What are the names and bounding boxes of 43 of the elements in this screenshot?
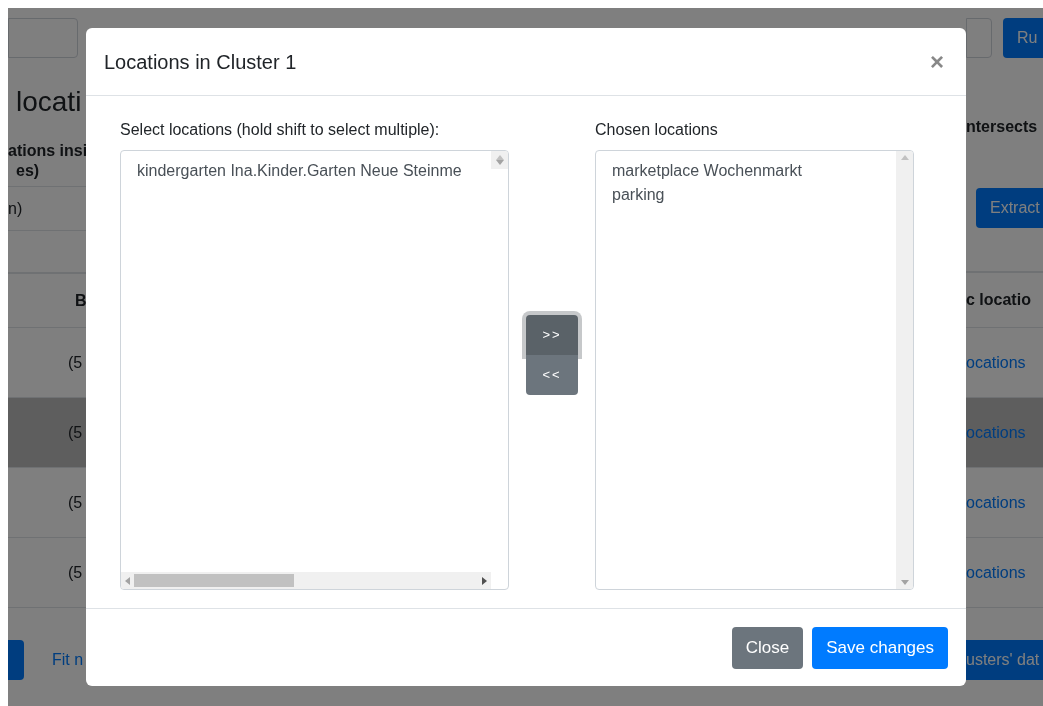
description-text: es) (16, 161, 41, 181)
description-text: ntersects (966, 117, 1038, 137)
close-button[interactable]: Close (731, 626, 804, 669)
chosen-locations-list[interactable]: marketplace Wochenmarkt parking (595, 150, 914, 590)
table-cell-text: (5 (68, 492, 83, 513)
scroll-up-icon[interactable] (495, 155, 504, 160)
run-button[interactable]: Ru (1003, 18, 1043, 58)
field-label: Chosen locations (595, 120, 719, 140)
scroll-right-icon[interactable] (482, 576, 487, 585)
input-field[interactable] (8, 18, 78, 58)
field-value: n) (8, 198, 23, 219)
action-button[interactable] (8, 640, 24, 680)
scroll-down-icon[interactable] (495, 160, 504, 165)
scrollbar-thumb[interactable] (134, 574, 294, 587)
clusters-data-button[interactable]: usters' dat (966, 640, 1043, 680)
list-option[interactable]: marketplace Wochenmarkt (612, 159, 880, 183)
vertical-scrollbar[interactable] (896, 151, 913, 589)
page-heading: locati (16, 85, 82, 119)
table-cell-text: (5 (68, 352, 83, 373)
table-cell-text: (5 (68, 562, 83, 583)
table-row[interactable]: (5 (8, 397, 86, 467)
column-header: c locatio (966, 290, 1031, 310)
horizontal-scrollbar[interactable] (121, 572, 491, 589)
vertical-scrollbar[interactable] (491, 151, 508, 169)
locations-link[interactable]: ocations (966, 560, 1026, 585)
scroll-down-icon[interactable] (900, 580, 909, 585)
move-button[interactable]: << (526, 355, 578, 395)
save-button[interactable]: Save changes (812, 626, 948, 669)
fit-link[interactable]: Fit n (52, 648, 84, 672)
list-option[interactable]: parking (612, 183, 880, 207)
description-text: ations insi (8, 141, 86, 161)
locations-link[interactable]: ocations (966, 490, 1026, 515)
available-locations-list[interactable]: kindergarten Ina.Kinder.Garten Neue Steinme (120, 150, 509, 590)
close-button[interactable]: × (926, 49, 948, 74)
list-option[interactable]: kindergarten Ina.Kinder.Garten Neue Steinme (137, 159, 475, 183)
table-cell-text: (5 (68, 422, 83, 443)
scroll-up-icon[interactable] (900, 155, 909, 160)
modal-title: Locations in Cluster 1 (104, 49, 297, 75)
column-header: B (75, 290, 86, 311)
scroll-left-icon[interactable] (125, 576, 130, 585)
locations-link[interactable]: ocations (966, 350, 1026, 375)
extract-button[interactable]: Extract (976, 188, 1043, 228)
field-label: Select locations (hold shift to select multiple): (120, 120, 441, 140)
